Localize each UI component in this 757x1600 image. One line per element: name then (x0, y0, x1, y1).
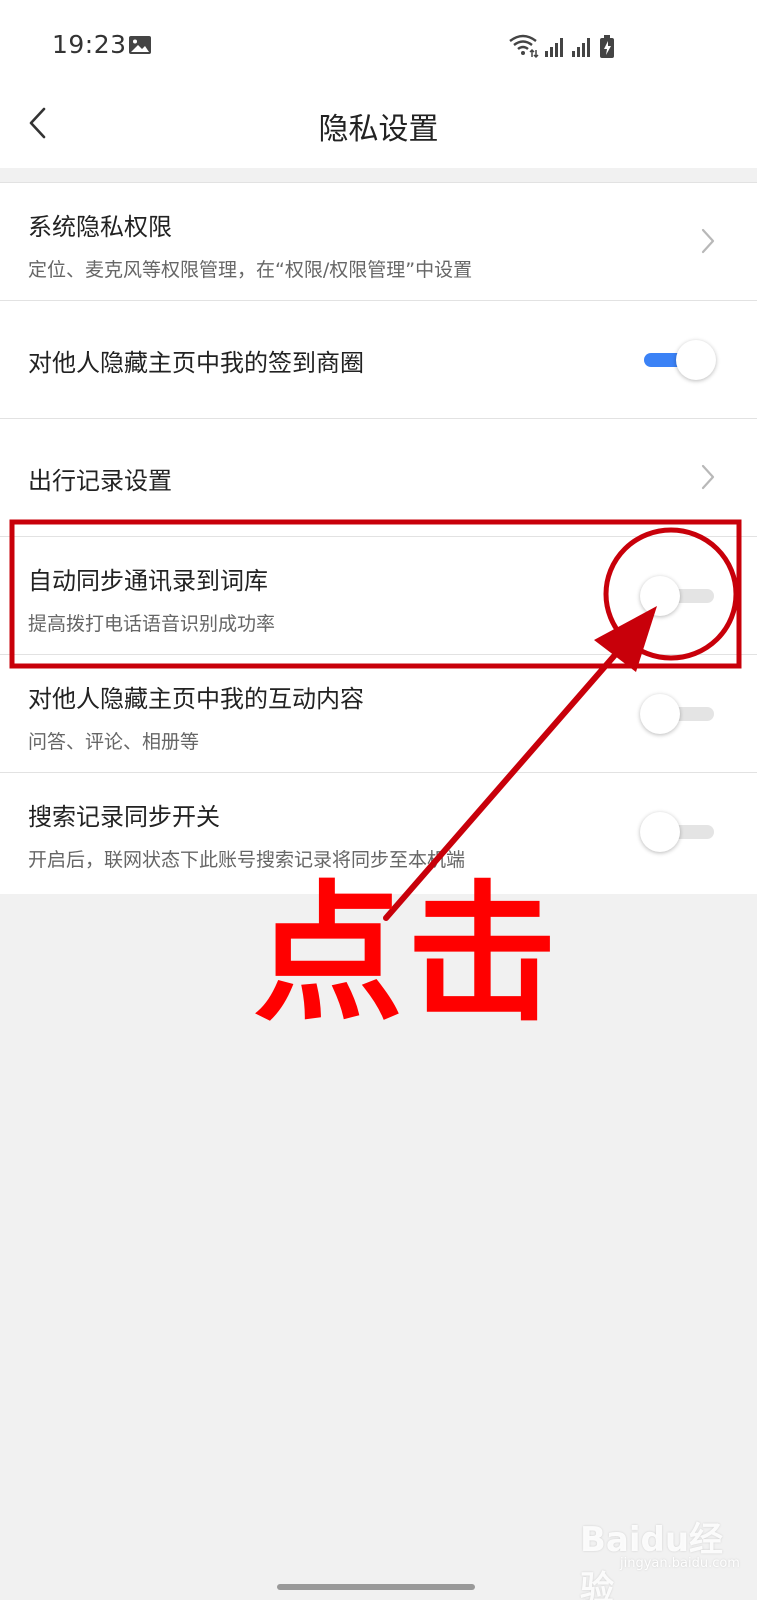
signal-icon (572, 38, 590, 57)
toggle-knob (640, 812, 680, 852)
setting-subtitle: 定位、麦克风等权限管理，在“权限/权限管理”中设置 (28, 259, 473, 281)
toggle-switch-off[interactable] (638, 810, 718, 854)
watermark-url: jingyan.baidu.com (620, 1556, 740, 1571)
battery-charging-icon (600, 35, 614, 58)
toggle-knob (676, 340, 716, 380)
setting-title: 对他人隐藏主页中我的互动内容 (28, 685, 364, 713)
toggle-switch-on[interactable] (638, 338, 718, 382)
signal-icon (545, 38, 563, 57)
setting-subtitle: 问答、评论、相册等 (28, 731, 200, 753)
setting-title: 出行记录设置 (28, 467, 172, 495)
setting-travel-records[interactable]: 出行记录设置 (0, 419, 757, 537)
setting-hide-interactions: 对他人隐藏主页中我的互动内容 问答、评论、相册等 (0, 655, 757, 773)
setting-title: 自动同步通讯录到词库 (28, 567, 268, 595)
chevron-right-icon (701, 228, 715, 254)
status-time: 19:23 (52, 30, 127, 59)
top-bar: 19:23 隐私设置 (0, 0, 757, 168)
annotation-click-label: 点击 (253, 868, 562, 1042)
toggle-knob (640, 694, 680, 734)
toggle-knob (640, 576, 680, 616)
setting-sync-contacts: 自动同步通讯录到词库 提高拨打电话语音识别成功率 (0, 537, 757, 655)
setting-subtitle: 提高拨打电话语音识别成功率 (28, 613, 276, 635)
settings-list: 系统隐私权限 定位、麦克风等权限管理，在“权限/权限管理”中设置 对他人隐藏主页… (0, 182, 757, 894)
page-title: 隐私设置 (318, 112, 439, 147)
setting-hide-checkin: 对他人隐藏主页中我的签到商圈 (0, 301, 757, 419)
chevron-right-icon (701, 464, 715, 490)
setting-title: 搜索记录同步开关 (28, 803, 220, 831)
setting-system-privacy[interactable]: 系统隐私权限 定位、麦克风等权限管理，在“权限/权限管理”中设置 (0, 183, 757, 301)
wifi-icon (509, 34, 539, 59)
toggle-switch-off[interactable] (638, 574, 718, 618)
toggle-switch-off[interactable] (638, 692, 718, 736)
status-icons (509, 34, 614, 59)
gallery-icon (129, 36, 151, 54)
home-indicator[interactable] (277, 1584, 475, 1590)
setting-title: 对他人隐藏主页中我的签到商圈 (28, 349, 364, 377)
setting-title: 系统隐私权限 (28, 213, 172, 241)
